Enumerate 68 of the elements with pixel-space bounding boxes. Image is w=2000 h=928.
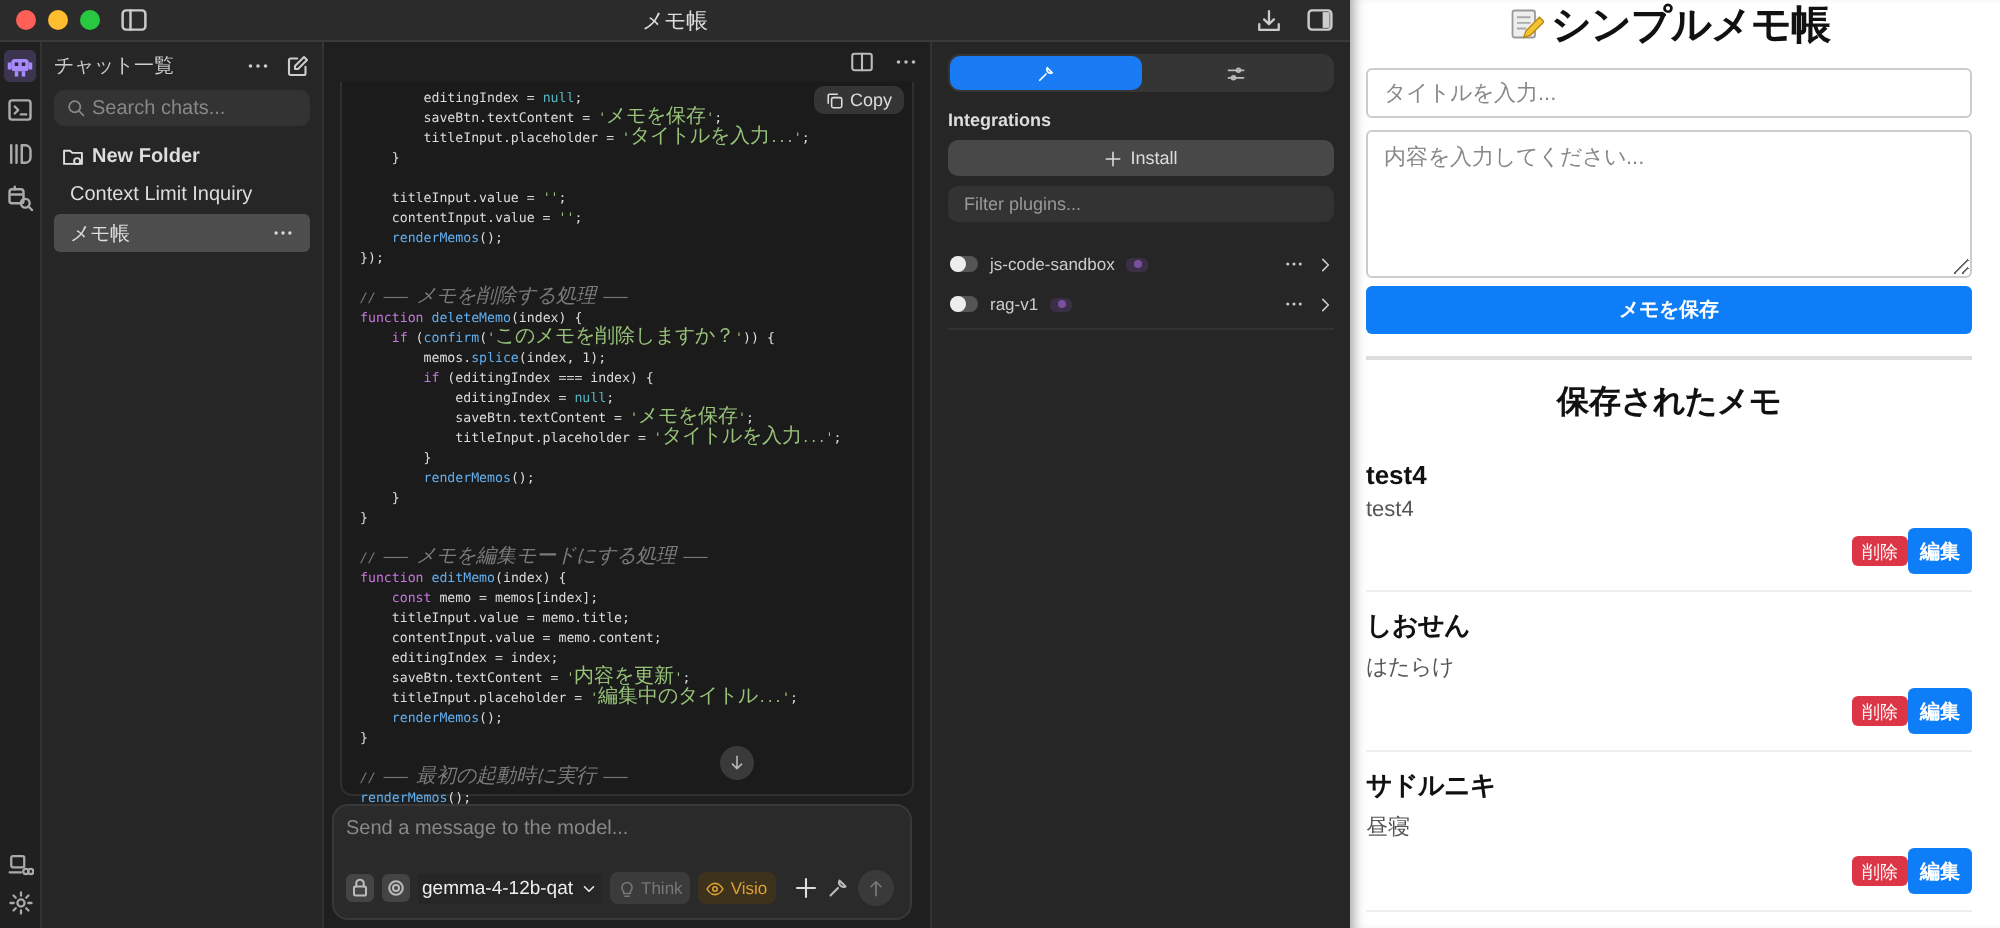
bulb-icon xyxy=(617,879,636,897)
chat-item[interactable]: メモ帳 xyxy=(54,214,310,252)
robot-icon[interactable] xyxy=(4,50,36,82)
terminal-icon[interactable] xyxy=(4,94,36,126)
toggle-switch[interactable] xyxy=(950,296,978,312)
edit-button[interactable]: 編集 xyxy=(1908,688,1972,734)
lock-icon[interactable] xyxy=(346,874,374,902)
install-button[interactable]: Install xyxy=(948,140,1334,176)
panel-toggle-icon[interactable] xyxy=(1306,6,1334,34)
memo-title: サドルニキ xyxy=(1366,768,1498,804)
chevron-right-icon[interactable] xyxy=(1316,295,1334,313)
wrench-icon xyxy=(1035,63,1056,83)
memo-content: はたらけ xyxy=(1366,654,1456,682)
filter-field[interactable]: Filter plugins... xyxy=(948,186,1334,222)
folder-icon xyxy=(62,146,84,168)
memo-title: しおせん xyxy=(1366,608,1472,644)
devices-icon[interactable] xyxy=(7,852,33,878)
plugin-name: js-code-sandbox xyxy=(990,254,1115,274)
arrow-down-icon xyxy=(728,754,746,772)
section-heading: Integrations xyxy=(948,110,1054,130)
wrench-icon[interactable] xyxy=(826,876,850,900)
save-button[interactable]: メモを保存 xyxy=(1366,286,1972,334)
zoom-button[interactable] xyxy=(80,10,100,30)
list-heading: 保存されたメモ xyxy=(1554,383,1783,424)
search-icon xyxy=(66,98,86,118)
vision-toggle[interactable]: Visio xyxy=(698,872,776,904)
sliders-icon xyxy=(1226,63,1247,83)
edit-button[interactable]: 編集 xyxy=(1908,848,1972,894)
delete-button[interactable]: 削除 xyxy=(1852,856,1908,886)
compose-icon[interactable] xyxy=(286,54,310,78)
folder-item[interactable]: New Folder xyxy=(54,138,310,176)
delete-button[interactable]: 削除 xyxy=(1852,536,1908,566)
plus-icon[interactable] xyxy=(794,876,818,900)
memo-content: 昼寝 xyxy=(1366,813,1412,842)
think-toggle[interactable]: Think xyxy=(609,872,691,904)
memo-title: test4 xyxy=(1366,460,1429,490)
edit-button[interactable]: 編集 xyxy=(1908,528,1972,574)
settings-icon[interactable] xyxy=(7,890,33,916)
plus-icon xyxy=(1104,149,1123,167)
copy-icon xyxy=(825,91,844,109)
plugin-badge xyxy=(1126,257,1149,271)
content-input[interactable]: 内容を入力してください... xyxy=(1366,130,1972,278)
minimize-button[interactable] xyxy=(48,10,68,30)
app-title: シンプルメモ帳 xyxy=(1551,1,1831,51)
plugin-badge xyxy=(1050,297,1073,311)
memo-pencil-icon xyxy=(1507,6,1543,42)
split-view-icon[interactable] xyxy=(850,50,874,74)
search-field[interactable]: Search chats... xyxy=(54,90,310,126)
message-input[interactable]: Send a message to the model... xyxy=(346,818,894,840)
memo-content: test4 xyxy=(1366,498,1416,522)
sidebar-title: チャット一覧 xyxy=(54,54,176,80)
toggle-switch[interactable] xyxy=(950,256,978,272)
sidebar-toggle-icon[interactable] xyxy=(120,6,148,34)
chat-item[interactable]: Context Limit Inquiry xyxy=(54,176,310,214)
window-title: メモ帳 xyxy=(642,7,708,35)
title-input[interactable]: タイトルを入力... xyxy=(1366,68,1972,118)
model-selector[interactable]: gemma-4-12b-qat xyxy=(418,873,602,903)
search-icon[interactable] xyxy=(4,182,36,214)
eye-icon xyxy=(706,879,725,897)
close-button[interactable] xyxy=(16,10,36,30)
delete-button[interactable]: 削除 xyxy=(1852,696,1908,726)
plugin-name: rag-v1 xyxy=(990,294,1039,314)
brackets-icon[interactable] xyxy=(4,138,36,170)
chevron-right-icon[interactable] xyxy=(1316,255,1334,273)
gear-icon[interactable] xyxy=(382,874,410,902)
download-icon[interactable] xyxy=(1256,7,1282,33)
arrow-up-icon xyxy=(866,878,886,898)
copy-button[interactable]: Copy xyxy=(813,86,904,114)
